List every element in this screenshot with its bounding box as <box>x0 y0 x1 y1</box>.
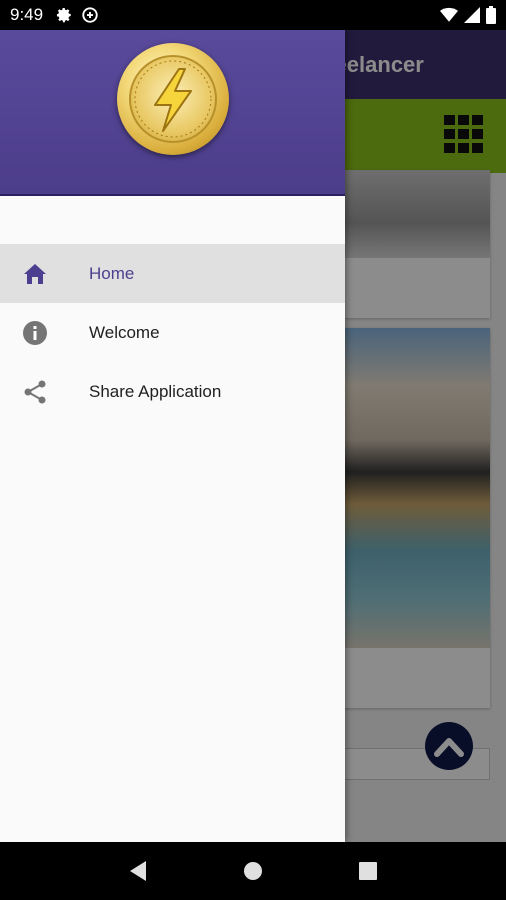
app-logo <box>117 43 229 155</box>
recents-button[interactable] <box>348 851 388 891</box>
lightning-bolt-icon <box>134 60 212 138</box>
home-circle-icon <box>243 862 262 880</box>
signal-icon <box>464 7 480 23</box>
settings-gear-icon <box>57 7 71 23</box>
menu-item-home[interactable]: Home <box>0 244 345 303</box>
menu-item-welcome[interactable]: Welcome <box>0 303 345 362</box>
battery-icon <box>486 6 496 24</box>
menu-item-label: Home <box>89 263 135 283</box>
home-button[interactable] <box>233 851 273 891</box>
share-icon <box>22 379 48 405</box>
menu-item-share[interactable]: Share Application <box>0 362 345 421</box>
navigation-drawer: Home Welcome Share Application <box>0 30 345 842</box>
back-triangle-icon <box>129 861 146 881</box>
home-icon <box>22 261 48 287</box>
data-saver-icon <box>82 7 98 23</box>
status-time: 9:49 <box>10 5 44 24</box>
drawer-header <box>0 30 345 196</box>
drawer-menu: Home Welcome Share Application <box>0 244 345 421</box>
info-icon <box>22 320 48 346</box>
menu-item-label: Share Application <box>89 381 222 401</box>
system-nav-bar <box>0 842 506 900</box>
logo-coin <box>129 55 217 143</box>
recents-square-icon <box>359 862 378 880</box>
status-bar: 9:49 <box>0 0 506 30</box>
back-button[interactable] <box>118 851 158 891</box>
wifi-icon <box>440 7 458 22</box>
menu-item-label: Welcome <box>89 322 160 342</box>
